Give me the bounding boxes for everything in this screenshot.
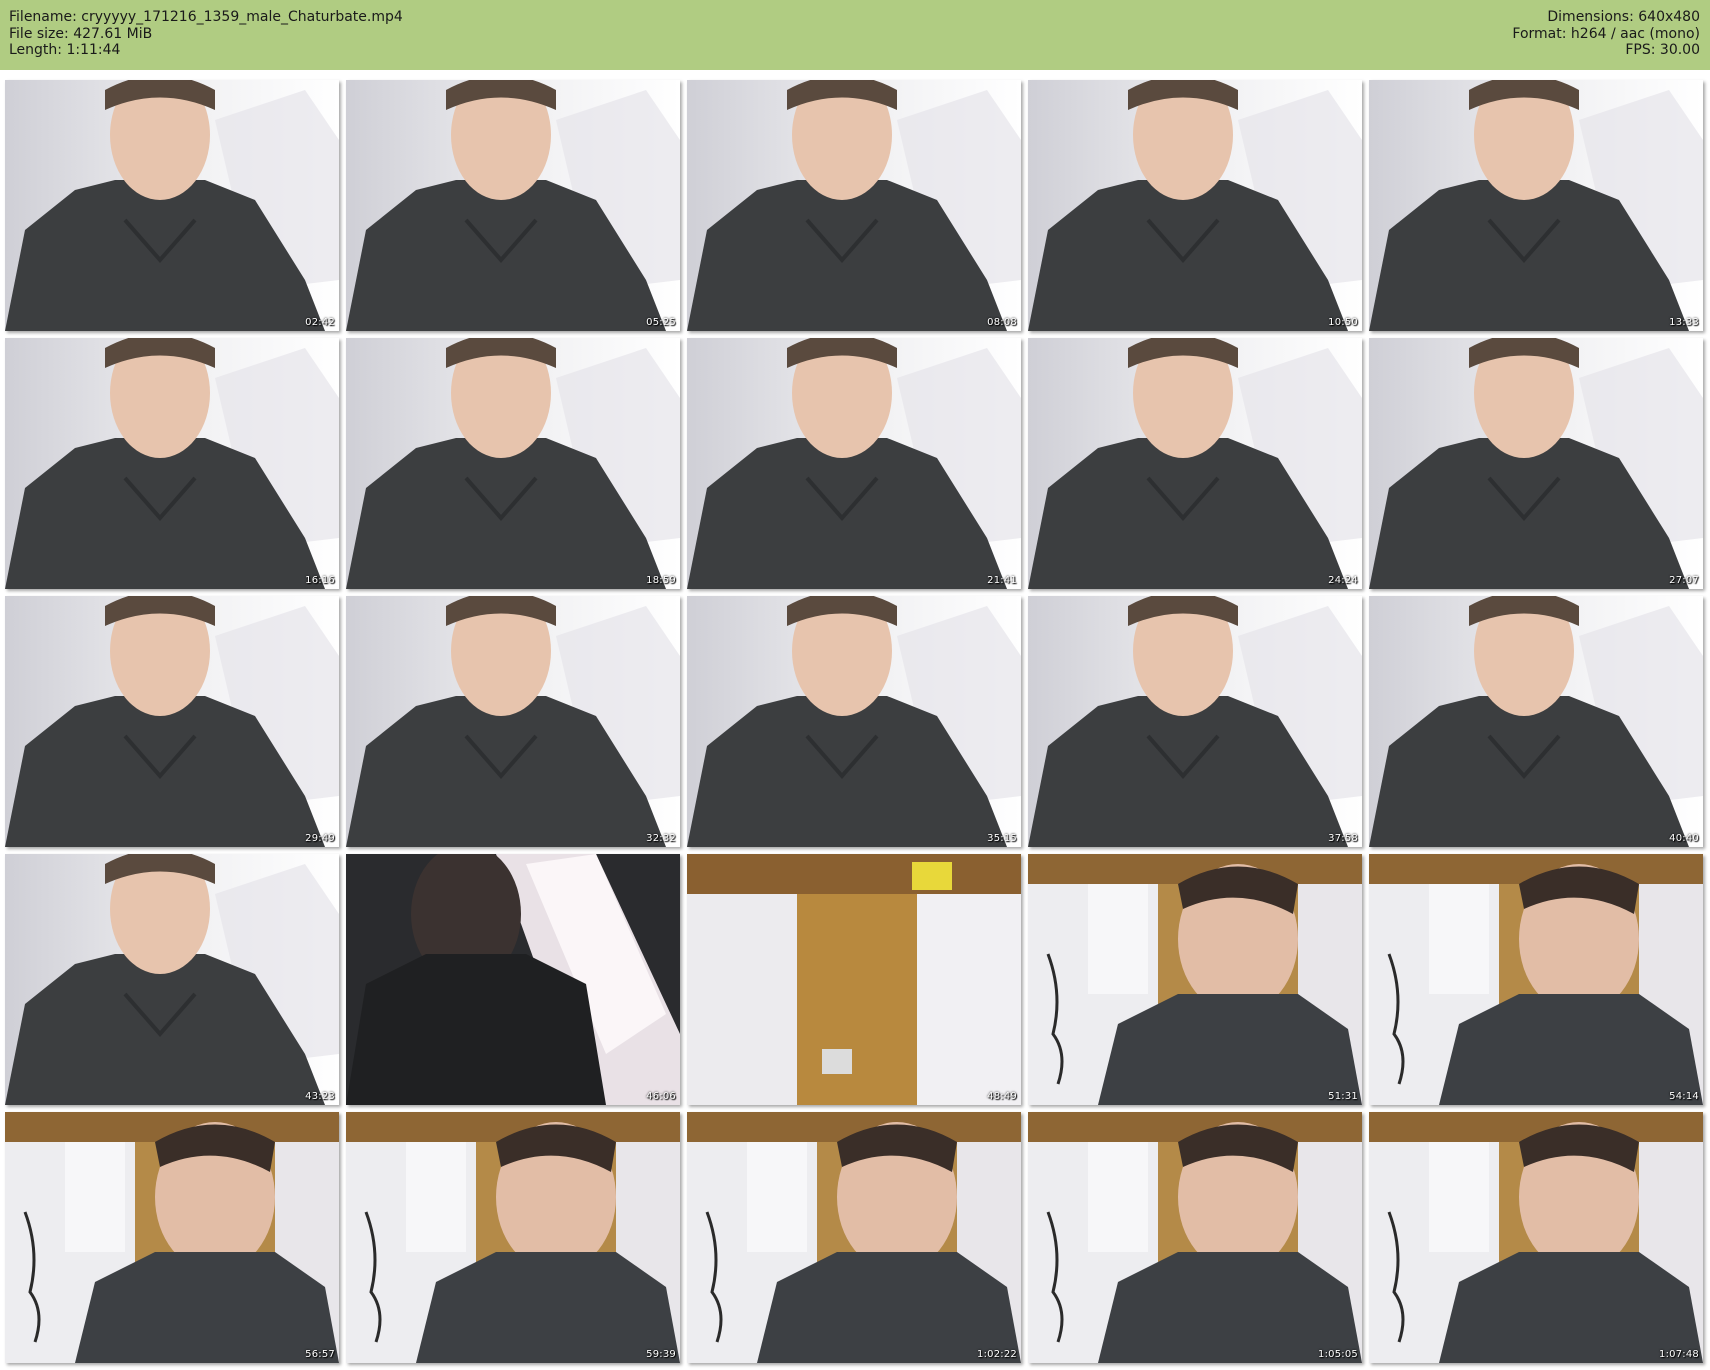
timestamp-label: 1:07:48 <box>1659 1349 1699 1360</box>
frame-image <box>346 1112 680 1363</box>
timestamp-label: 59:39 <box>646 1349 676 1360</box>
video-thumbnail: 24:24 <box>1028 338 1362 589</box>
video-thumbnail: 51:31 <box>1028 854 1362 1105</box>
timestamp-label: 54:14 <box>1669 1091 1699 1102</box>
file-info: Filename: cryyyyy_171216_1359_male_Chatu… <box>9 9 403 59</box>
timestamp-label: 16:16 <box>305 575 335 586</box>
format-text: Format: h264 / aac (mono) <box>1512 25 1700 42</box>
video-thumbnail: 1:05:05 <box>1028 1112 1362 1363</box>
timestamp-label: 46:06 <box>646 1091 676 1102</box>
frame-image <box>1369 338 1703 589</box>
frame-image <box>1369 1112 1703 1363</box>
video-thumbnail: 54:14 <box>1369 854 1703 1105</box>
timestamp-label: 32:32 <box>646 833 676 844</box>
timestamp-label: 13:33 <box>1669 317 1699 328</box>
frame-image <box>346 338 680 589</box>
video-thumbnail: 59:39 <box>346 1112 680 1363</box>
frame-image <box>5 1112 339 1363</box>
video-thumbnail: 18:59 <box>346 338 680 589</box>
video-thumbnail: 10:50 <box>1028 80 1362 331</box>
frame-image <box>1369 854 1703 1105</box>
frame-image <box>1369 80 1703 331</box>
info-header: Filename: cryyyyy_171216_1359_male_Chatu… <box>0 0 1710 70</box>
video-thumbnail: 29:49 <box>5 596 339 847</box>
timestamp-label: 24:24 <box>1328 575 1358 586</box>
frame-image <box>1369 596 1703 847</box>
timestamp-label: 08:08 <box>987 317 1017 328</box>
frame-image <box>5 854 339 1105</box>
timestamp-label: 35:15 <box>987 833 1017 844</box>
video-thumbnail: 08:08 <box>687 80 1021 331</box>
frame-image <box>1028 80 1362 331</box>
timestamp-label: 1:02:22 <box>977 1349 1017 1360</box>
timestamp-label: 51:31 <box>1328 1091 1358 1102</box>
video-thumbnail: 13:33 <box>1369 80 1703 331</box>
frame-image <box>1028 596 1362 847</box>
timestamp-label: 56:57 <box>305 1349 335 1360</box>
video-thumbnail: 27:07 <box>1369 338 1703 589</box>
frame-image <box>687 1112 1021 1363</box>
frame-image <box>1028 1112 1362 1363</box>
video-thumbnail: 21:41 <box>687 338 1021 589</box>
timestamp-label: 40:40 <box>1669 833 1699 844</box>
video-thumbnail: 37:58 <box>1028 596 1362 847</box>
frame-image <box>5 596 339 847</box>
video-thumbnail: 32:32 <box>346 596 680 847</box>
video-thumbnail: 1:02:22 <box>687 1112 1021 1363</box>
video-thumbnail: 05:25 <box>346 80 680 331</box>
frame-image <box>5 80 339 331</box>
timestamp-label: 48:49 <box>987 1091 1017 1102</box>
video-thumbnail: 1:07:48 <box>1369 1112 1703 1363</box>
timestamp-label: 43:23 <box>305 1091 335 1102</box>
timestamp-label: 37:58 <box>1328 833 1358 844</box>
timestamp-label: 05:25 <box>646 317 676 328</box>
timestamp-label: 27:07 <box>1669 575 1699 586</box>
frame-image <box>687 596 1021 847</box>
video-thumbnail: 40:40 <box>1369 596 1703 847</box>
timestamp-label: 02:42 <box>305 317 335 328</box>
timestamp-label: 18:59 <box>646 575 676 586</box>
video-thumbnail: 48:49 <box>687 854 1021 1105</box>
video-thumbnail: 02:42 <box>5 80 339 331</box>
frame-image <box>346 854 680 1105</box>
filesize-text: File size: 427.61 MiB <box>9 25 153 42</box>
frame-image <box>5 338 339 589</box>
fps-text: FPS: 30.00 <box>1625 42 1700 58</box>
dimensions-text: Dimensions: 640x480 <box>1547 9 1700 25</box>
frame-image <box>346 596 680 847</box>
length-text: Length: 1:11:44 <box>9 42 121 58</box>
media-info: Dimensions: 640x480 Format: h264 / aac (… <box>1512 9 1700 59</box>
timestamp-label: 1:05:05 <box>1318 1349 1358 1360</box>
frame-image <box>687 338 1021 589</box>
timestamp-label: 10:50 <box>1328 317 1358 328</box>
frame-image <box>1028 854 1362 1105</box>
video-thumbnail: 46:06 <box>346 854 680 1105</box>
timestamp-label: 29:49 <box>305 833 335 844</box>
frame-image <box>687 80 1021 331</box>
video-thumbnail: 16:16 <box>5 338 339 589</box>
frame-image <box>687 854 1021 1105</box>
filename-text: Filename: cryyyyy_171216_1359_male_Chatu… <box>9 9 403 25</box>
video-thumbnail: 43:23 <box>5 854 339 1105</box>
frame-image <box>1028 338 1362 589</box>
timestamp-label: 21:41 <box>987 575 1017 586</box>
video-thumbnail: 35:15 <box>687 596 1021 847</box>
frame-image <box>346 80 680 331</box>
video-thumbnail: 56:57 <box>5 1112 339 1363</box>
thumbnail-grid: 02:42 05:25 08:08 10:50 13:33 16:16 18:5… <box>0 77 1710 1370</box>
